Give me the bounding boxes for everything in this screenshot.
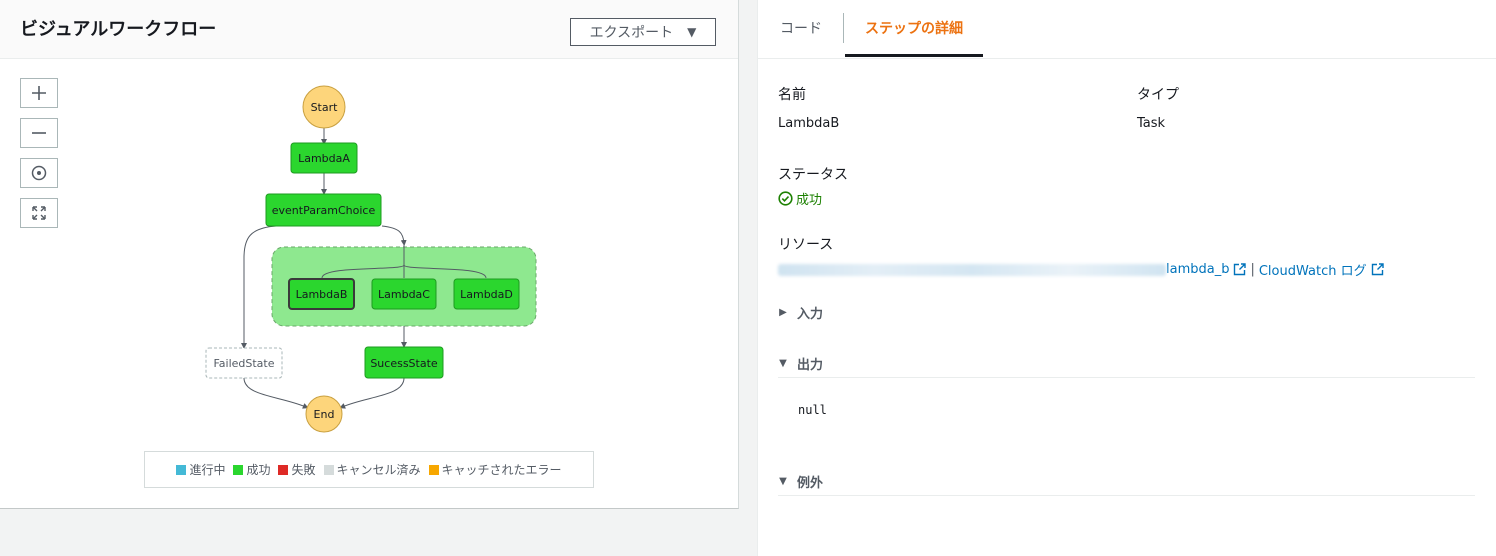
legend-item-success: 成功 (233, 461, 270, 478)
choice-node-label: eventParamChoice (272, 204, 376, 217)
failed-state-label: FailedState (213, 357, 274, 370)
exception-section-toggle[interactable]: ▼ 例外 (778, 467, 1475, 496)
name-label: 名前 (778, 87, 806, 103)
legend-swatch (233, 464, 244, 475)
check-circle-icon (778, 191, 793, 206)
legend-label: キャッチされたエラー (441, 463, 562, 477)
output-section-toggle[interactable]: ▼ 出力 (778, 349, 1475, 378)
status-value-row: 成功 (778, 189, 822, 208)
legend-swatch (323, 464, 334, 475)
caret-down-icon: ▼ (779, 475, 787, 487)
legend-label: 進行中 (189, 463, 226, 477)
lambda-b-label: LambdaB (296, 288, 348, 301)
workflow-graph: Start LambdaA eventParamChoice LambdaB L… (205, 85, 537, 433)
legend-item-failed: 失敗 (278, 461, 316, 478)
export-label: エクスポート (589, 25, 674, 41)
lambda-a-label: LambdaA (298, 152, 350, 165)
status-value: 成功 (796, 193, 823, 208)
redacted-arn (778, 263, 1166, 276)
lambda-d-label: LambdaD (460, 288, 513, 301)
legend-swatch (428, 464, 439, 475)
resource-row: lambda_b | CloudWatch ログ (778, 260, 1384, 279)
legend-label: 失敗 (291, 463, 316, 477)
lambda-c-label: LambdaC (378, 288, 430, 301)
export-button[interactable]: エクスポート ▼ (570, 18, 716, 46)
caret-down-icon: ▼ (687, 25, 697, 39)
caret-right-icon: ▶ (779, 306, 787, 318)
type-value: Task (1137, 116, 1166, 131)
success-state-label: SucessState (370, 357, 438, 370)
legend-item-cancelled: キャンセル済み (323, 461, 421, 478)
caret-down-icon: ▼ (779, 357, 787, 369)
lambda-resource-link[interactable]: lambda_b (1166, 262, 1229, 277)
active-tab-indicator (845, 54, 983, 57)
status-label: ステータス (778, 167, 848, 183)
legend-swatch (176, 464, 187, 475)
status-legend: 進行中 成功 失敗 キャンセル済み キャッチされたエラー (144, 451, 594, 488)
input-section-toggle[interactable]: ▶ 入力 (778, 298, 1475, 326)
resource-label: リソース (778, 237, 834, 253)
external-link-icon[interactable] (1371, 263, 1384, 276)
legend-item-in-progress: 進行中 (176, 461, 225, 478)
step-details-panel: コード ステップの詳細 名前 LambdaB タイプ Task ステータス 成功… (757, 0, 1496, 556)
tab-code[interactable]: コード (780, 0, 822, 56)
tab-step-details[interactable]: ステップの詳細 (845, 0, 983, 56)
cloudwatch-logs-link[interactable]: CloudWatch ログ (1259, 260, 1367, 279)
legend-item-caught-error: キャッチされたエラー (428, 461, 562, 478)
tab-divider (843, 13, 844, 43)
panel-title: ビジュアルワークフロー (20, 19, 217, 40)
legend-label: 成功 (246, 463, 271, 477)
external-link-icon[interactable] (1233, 263, 1247, 276)
visual-workflow-panel: ビジュアルワークフロー エクスポート ▼ Start LambdaA event… (0, 0, 739, 509)
legend-swatch (278, 464, 289, 475)
legend-label: キャンセル済み (336, 463, 421, 477)
output-json: null (798, 403, 827, 417)
link-separator: | (1250, 262, 1255, 277)
type-label: タイプ (1137, 87, 1179, 103)
exception-section-label: 例外 (797, 475, 824, 491)
name-value: LambdaB (778, 116, 840, 131)
input-section-label: 入力 (797, 306, 824, 322)
tab-bar: コード ステップの詳細 (758, 0, 1496, 59)
end-node-label: End (314, 408, 335, 421)
panel-header: ビジュアルワークフロー エクスポート ▼ (0, 0, 738, 59)
output-section-label: 出力 (797, 357, 824, 373)
start-node-label: Start (311, 101, 339, 114)
